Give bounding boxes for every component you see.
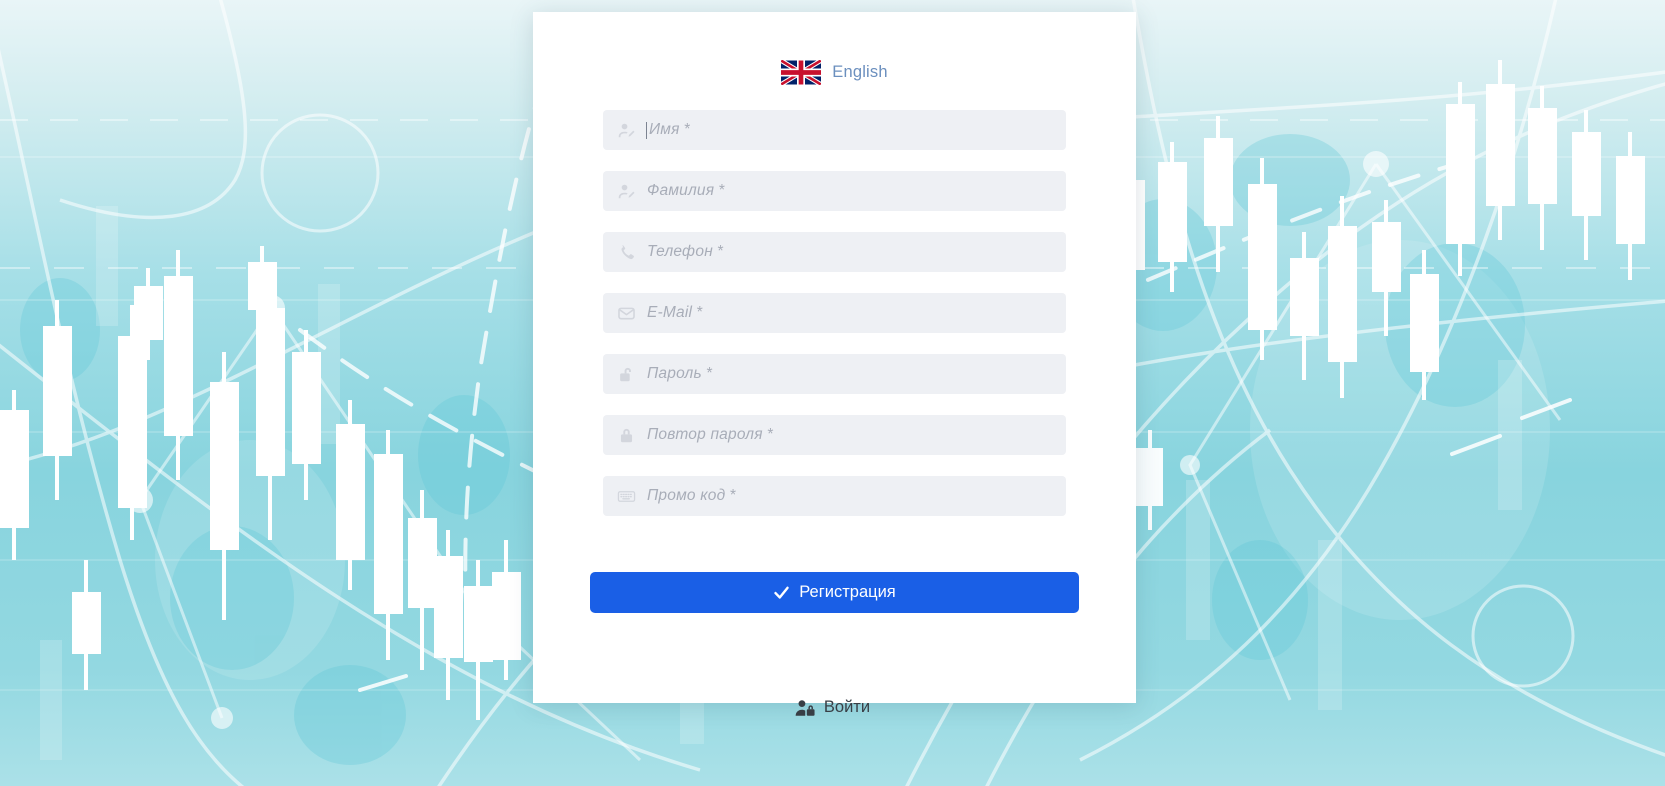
first-name-placeholder: Имя <box>649 121 680 138</box>
phone-required-mark: * <box>716 243 724 260</box>
last-name-required-mark: * <box>718 182 725 199</box>
language-label[interactable]: English <box>832 63 888 82</box>
first-name-required-mark: * <box>683 121 690 138</box>
password-placeholder: Пароль <box>647 365 702 382</box>
phone-field[interactable]: Телефон * <box>603 232 1066 272</box>
page-root: English Имя * Фамилия * Телефон * E-Mail… <box>0 0 1665 786</box>
email-placeholder: E-Mail <box>647 304 693 321</box>
lock-closed-icon <box>617 426 636 445</box>
last-name-placeholder: Фамилия <box>647 182 715 199</box>
text-caret <box>646 121 647 139</box>
register-button-label: Регистрация <box>799 583 896 601</box>
register-button[interactable]: Регистрация <box>590 572 1079 613</box>
language-selector[interactable]: English <box>603 60 1066 85</box>
password-repeat-field[interactable]: Повтор пароля * <box>603 415 1066 455</box>
envelope-icon <box>617 304 636 323</box>
password-repeat-required-mark: * <box>766 426 773 443</box>
user-lock-icon <box>795 699 815 716</box>
promo-code-field[interactable]: Промо код * <box>603 476 1066 516</box>
email-field[interactable]: E-Mail * <box>603 293 1066 333</box>
keyboard-icon <box>617 487 636 506</box>
check-icon <box>774 586 789 599</box>
phone-placeholder: Телефон <box>647 243 713 260</box>
login-link-label: Войти <box>823 698 871 716</box>
promo-code-required-mark: * <box>729 487 736 504</box>
promo-code-placeholder: Промо код <box>647 487 726 504</box>
uk-flag-icon[interactable] <box>781 60 822 85</box>
password-repeat-placeholder: Повтор пароля <box>647 426 763 443</box>
user-edit-icon <box>617 121 636 140</box>
user-edit-icon <box>617 182 636 201</box>
registration-card: English Имя * Фамилия * Телефон * E-Mail… <box>533 12 1136 703</box>
last-name-field[interactable]: Фамилия * <box>603 171 1066 211</box>
lock-open-icon <box>617 365 636 384</box>
phone-icon <box>617 243 636 262</box>
login-link[interactable]: Войти <box>0 698 1665 717</box>
first-name-field[interactable]: Имя * <box>603 110 1066 150</box>
password-field[interactable]: Пароль * <box>603 354 1066 394</box>
password-required-mark: * <box>705 365 713 382</box>
email-required-mark: * <box>696 304 703 321</box>
